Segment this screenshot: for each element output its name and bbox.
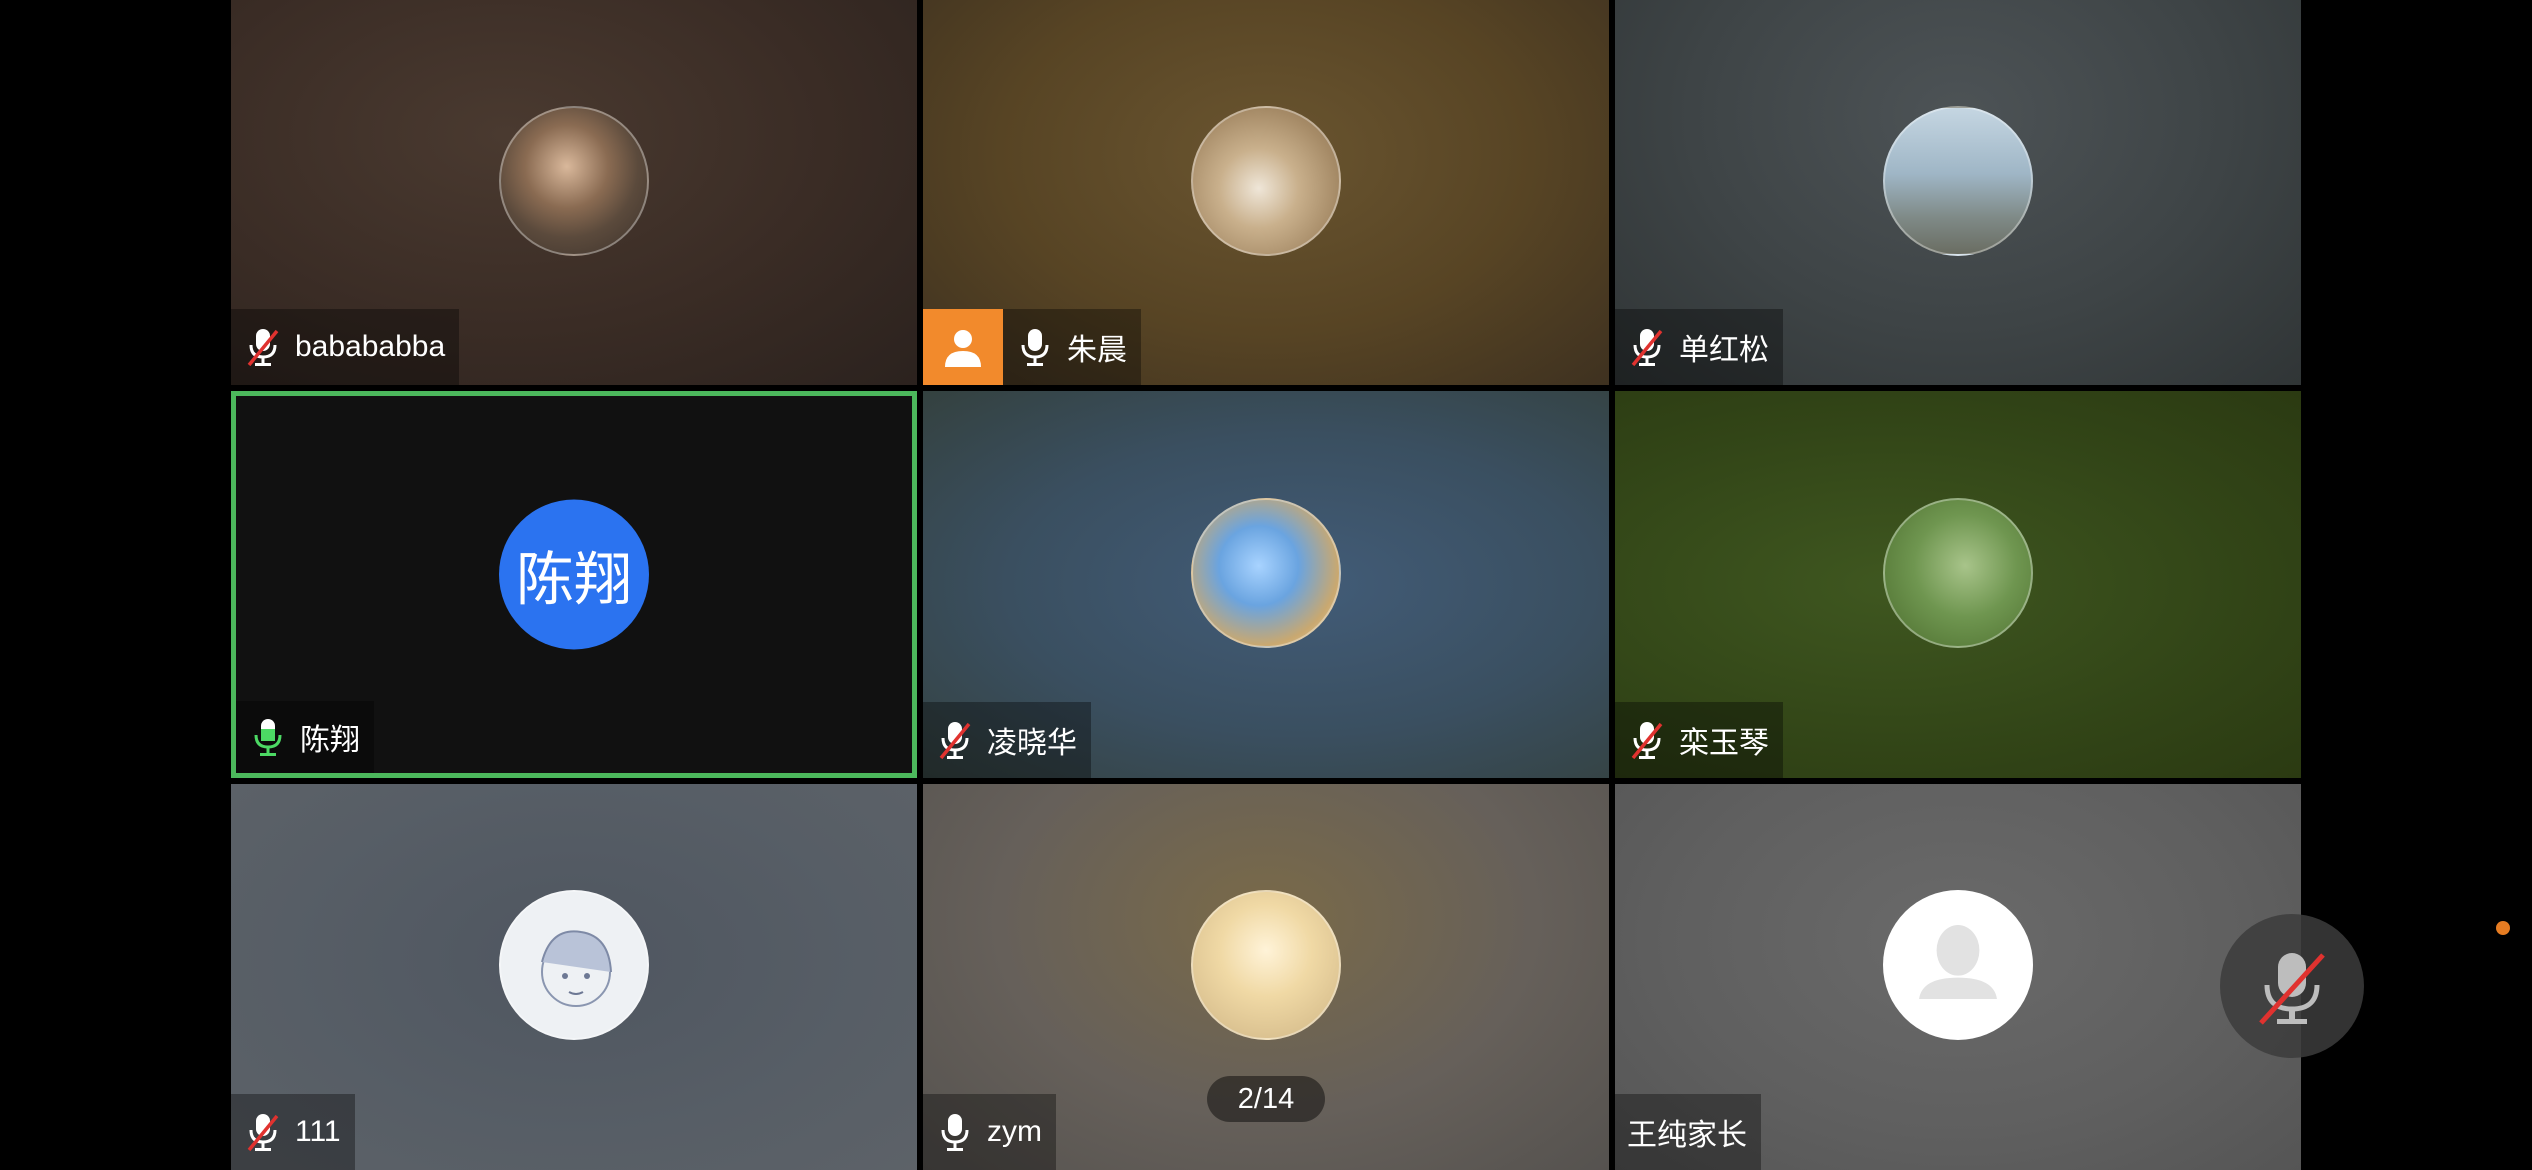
participant-label: zym	[923, 1094, 1056, 1170]
participant-label: 凌晓华	[923, 702, 1091, 778]
notification-dot	[2496, 921, 2510, 935]
participant-tile[interactable]: 凌晓华	[923, 391, 1609, 778]
participant-name: 栾玉琴	[1679, 727, 1769, 760]
participant-tile-active[interactable]: 陈翔 陈翔	[231, 391, 917, 778]
participant-tile[interactable]: 朱晨	[923, 0, 1609, 385]
participant-label: 栾玉琴	[1615, 702, 1783, 778]
participant-avatar	[1191, 890, 1341, 1040]
participant-tile[interactable]: babababba	[231, 0, 917, 385]
video-grid: babababba 朱晨 单红松 陈翔 陈翔 凌晓华 栾玉琴 111 zym 王…	[231, 0, 2301, 1170]
participant-label: 王纯家长	[1615, 1094, 1761, 1170]
page-indicator[interactable]: 2/14	[1207, 1076, 1325, 1122]
participant-name: 111	[295, 1115, 341, 1148]
mic-icon	[941, 1114, 969, 1151]
mic-muted-large-icon	[2259, 953, 2325, 1025]
participant-label: 111	[231, 1094, 355, 1170]
mic-icon	[1021, 329, 1049, 366]
mic-muted-icon	[1631, 329, 1663, 367]
participant-avatar	[499, 105, 649, 256]
participant-avatar	[1191, 497, 1341, 648]
mic-muted-icon	[939, 722, 971, 760]
participant-tile[interactable]: 单红松	[1615, 0, 2301, 385]
person-icon	[945, 330, 981, 367]
mic-muted-icon	[247, 1114, 279, 1152]
initials-avatar: 陈翔	[499, 499, 649, 649]
mute-toggle-button[interactable]	[2220, 914, 2364, 1058]
participant-label: 单红松	[1615, 309, 1783, 385]
participant-tile[interactable]: 111	[231, 784, 917, 1170]
participant-tile[interactable]: 王纯家长	[1615, 784, 2301, 1170]
mic-muted-icon	[1631, 722, 1663, 760]
participant-label: 朱晨	[923, 309, 1141, 385]
participant-avatar	[499, 890, 649, 1040]
participant-label: babababba	[231, 309, 460, 385]
participant-name: 凌晓华	[987, 727, 1077, 760]
participant-avatar	[1883, 497, 2033, 648]
avatar-initials: 陈翔	[515, 547, 632, 612]
participant-label: 陈翔	[236, 701, 374, 773]
participant-name: zym	[987, 1115, 1042, 1148]
participant-tile[interactable]: 栾玉琴	[1615, 391, 2301, 778]
page-indicator-text: 2/14	[1237, 1082, 1295, 1115]
participant-avatar	[1191, 105, 1341, 256]
host-badge	[923, 309, 1003, 385]
mic-muted-icon	[247, 329, 279, 367]
participant-name: 朱晨	[1067, 334, 1127, 367]
participant-name: 陈翔	[300, 724, 360, 757]
participant-avatar	[1883, 105, 2033, 256]
person-icon	[1919, 925, 1997, 1000]
participant-name: 单红松	[1679, 334, 1769, 367]
avatar-illustration	[541, 930, 612, 1007]
mic-icon	[254, 719, 282, 756]
participant-name: 王纯家长	[1627, 1119, 1747, 1152]
participant-name: babababba	[295, 330, 446, 363]
default-avatar	[1883, 890, 2033, 1040]
